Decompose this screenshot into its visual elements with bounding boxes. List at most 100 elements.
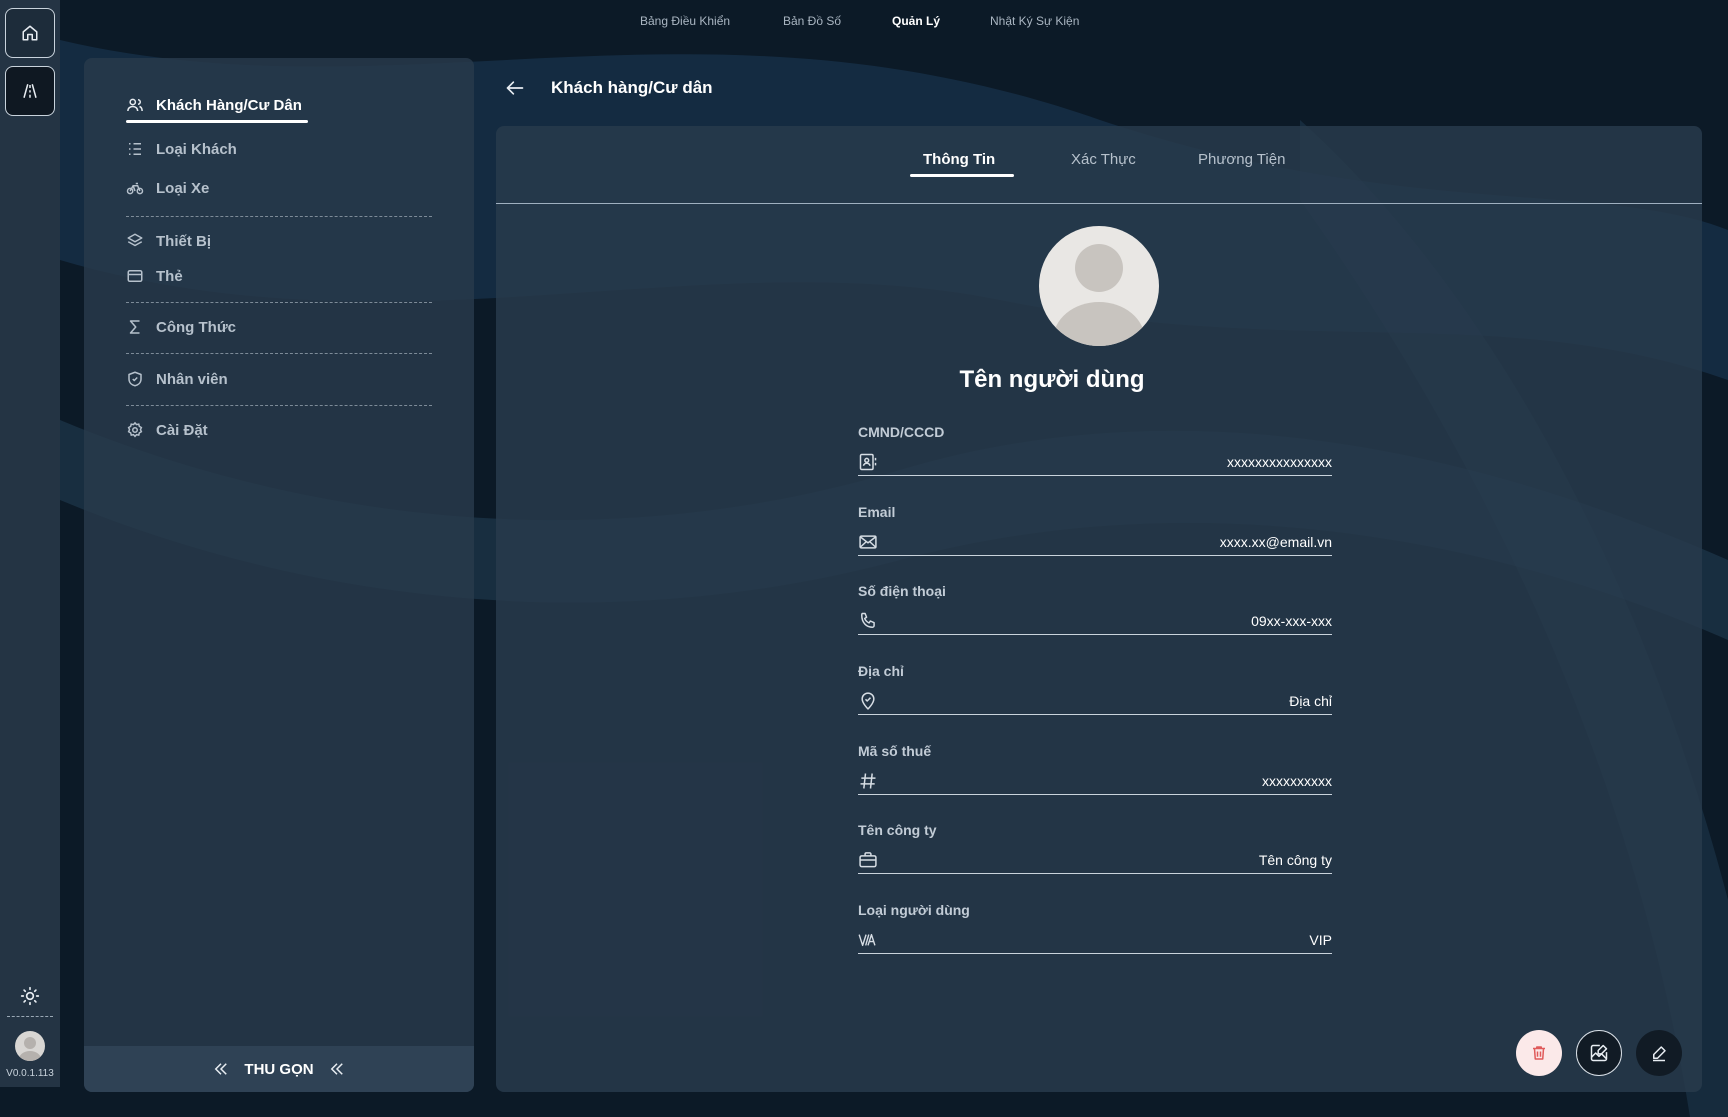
sidebar-item-label: Công Thức <box>156 318 237 336</box>
nav-dashboard[interactable]: Bảng Điều Khiển <box>640 14 730 28</box>
tab-vehicles[interactable]: Phương Tiện <box>1198 151 1285 168</box>
field-tax-code: Mã số thuế xxxxxxxxxx <box>858 743 1332 803</box>
va-icon <box>858 933 876 947</box>
active-tab-underline <box>910 174 1014 177</box>
user-name: Tên người dùng <box>959 366 1145 393</box>
briefcase-icon <box>859 852 877 868</box>
shield-icon <box>128 371 142 387</box>
id-number-input[interactable]: xxxxxxxxxxxxxxx <box>858 448 1332 476</box>
sidebar-item-cards[interactable]: Thẻ <box>126 267 183 285</box>
mail-icon <box>859 535 877 549</box>
sidebar-item-label: Loại Xe <box>156 179 210 197</box>
field-value: VIP <box>1309 932 1332 948</box>
field-value: 09xx-xxx-xxx <box>1251 613 1332 629</box>
back-arrow-icon[interactable] <box>504 78 526 98</box>
gear-icon <box>127 421 143 438</box>
tax-code-field[interactable]: xxxxxxxxxx <box>858 767 1332 795</box>
sigma-icon <box>129 320 140 334</box>
sidebar: Khách Hàng/Cư Dân Loại Khách Loại Xe Thi… <box>84 58 474 1092</box>
collapse-sidebar-button[interactable]: THU GỌN <box>84 1046 474 1092</box>
email-field[interactable]: xxxx.xx@email.vn <box>858 528 1332 556</box>
avatar[interactable] <box>15 1031 45 1061</box>
sidebar-divider <box>126 405 432 406</box>
hash-icon <box>860 773 876 789</box>
customer-detail-panel: Thông Tin Xác Thực Phương Tiện Tên người… <box>496 126 1702 1092</box>
sidebar-item-staff[interactable]: Nhân viên <box>126 370 228 388</box>
field-value: xxxx.xx@email.vn <box>1219 534 1332 550</box>
field-email: Email xxxx.xx@email.vn <box>858 504 1332 564</box>
id-card-icon <box>859 453 877 471</box>
map-button[interactable] <box>5 66 55 116</box>
sidebar-divider <box>126 353 432 354</box>
sidebar-item-customer-types[interactable]: Loại Khách <box>126 140 237 158</box>
list-icon <box>129 143 141 155</box>
app-version: V0.0.1.113 <box>6 1068 54 1079</box>
card-icon <box>127 270 143 282</box>
field-phone: Số điện thoại 09xx-xxx-xxx <box>858 583 1332 643</box>
address-field[interactable]: Địa chỉ <box>858 687 1332 715</box>
field-company-name: Tên công ty Tên công ty <box>858 822 1332 882</box>
field-label: Địa chỉ <box>858 663 904 679</box>
sidebar-item-vehicle-types[interactable]: Loại Xe <box>126 179 209 197</box>
field-user-type: Loại người dùng VIP <box>858 902 1332 962</box>
user-type-field[interactable]: VIP <box>858 926 1332 954</box>
image-edit-icon <box>1590 1044 1608 1062</box>
trash-icon <box>1533 1046 1545 1060</box>
change-photo-button[interactable] <box>1576 1030 1622 1076</box>
phone-icon <box>861 612 875 628</box>
sidebar-item-settings[interactable]: Cài Đặt <box>126 421 208 439</box>
field-value: Địa chỉ <box>1289 693 1332 709</box>
phone-field[interactable]: 09xx-xxx-xxx <box>858 607 1332 635</box>
map-icon <box>23 84 37 98</box>
field-label: Mã số thuế <box>858 743 932 759</box>
sidebar-item-label: Cài Đặt <box>156 421 208 439</box>
nav-digital-map[interactable]: Bản Đồ Số <box>783 14 841 28</box>
user-avatar-icon <box>19 1037 41 1061</box>
delete-button[interactable] <box>1516 1030 1562 1076</box>
sidebar-item-label: Thẻ <box>156 267 183 285</box>
tab-authentication[interactable]: Xác Thực <box>1071 151 1136 168</box>
chevrons-left-icon <box>215 1063 228 1075</box>
sidebar-item-customers[interactable]: Khách Hàng/Cư Dân <box>126 96 302 114</box>
edit-button[interactable] <box>1636 1030 1682 1076</box>
sidebar-item-label: Nhân viên <box>156 370 228 388</box>
sidebar-divider <box>126 216 432 217</box>
layers-icon <box>127 233 143 247</box>
tab-info[interactable]: Thông Tin <box>923 151 995 168</box>
tab-bar: Thông Tin Xác Thực Phương Tiện <box>496 126 1702 204</box>
chevrons-left-icon <box>330 1063 343 1075</box>
sidebar-item-devices[interactable]: Thiết Bị <box>126 232 211 250</box>
field-address: Địa chỉ Địa chỉ <box>858 663 1332 723</box>
field-id-number: CMND/CCCD xxxxxxxxxxxxxxx <box>858 424 1332 484</box>
field-value: Tên công ty <box>1258 852 1332 868</box>
users-icon <box>127 98 143 112</box>
top-navigation: Bảng Điều Khiển Bản Đồ Số Quản Lý Nhật K… <box>0 14 1728 34</box>
home-icon <box>22 25 38 41</box>
active-item-underline <box>126 120 308 123</box>
collapse-label: THU GỌN <box>244 1060 314 1078</box>
page-title: Khách hàng/Cư dân <box>551 78 713 97</box>
field-label: CMND/CCCD <box>858 424 945 440</box>
pencil-icon <box>1653 1046 1666 1062</box>
sidebar-item-label: Loại Khách <box>156 140 237 158</box>
sidebar-item-label: Khách Hàng/Cư Dân <box>156 96 302 114</box>
field-label: Tên công ty <box>858 822 937 838</box>
sidebar-item-formulas[interactable]: Công Thức <box>126 318 236 336</box>
nav-management[interactable]: Quản Lý <box>892 14 940 28</box>
user-avatar-icon <box>1053 244 1145 346</box>
location-icon <box>861 692 875 710</box>
company-name-field[interactable]: Tên công ty <box>858 846 1332 874</box>
field-label: Loại người dùng <box>858 902 970 918</box>
icon-rail: V0.0.1.113 <box>0 0 60 1087</box>
field-value: xxxxxxxxxxxxxxx <box>1227 454 1332 470</box>
theme-toggle[interactable] <box>16 982 44 1010</box>
field-label: Số điện thoại <box>858 583 946 599</box>
home-button[interactable] <box>5 8 55 58</box>
profile-avatar[interactable] <box>1039 226 1159 346</box>
nav-event-log[interactable]: Nhật Ký Sự Kiện <box>990 14 1079 28</box>
bike-icon <box>126 182 144 195</box>
sidebar-item-label: Thiết Bị <box>156 232 211 250</box>
rail-divider <box>7 1016 53 1017</box>
sidebar-divider <box>126 302 432 303</box>
sun-icon <box>20 986 40 1006</box>
